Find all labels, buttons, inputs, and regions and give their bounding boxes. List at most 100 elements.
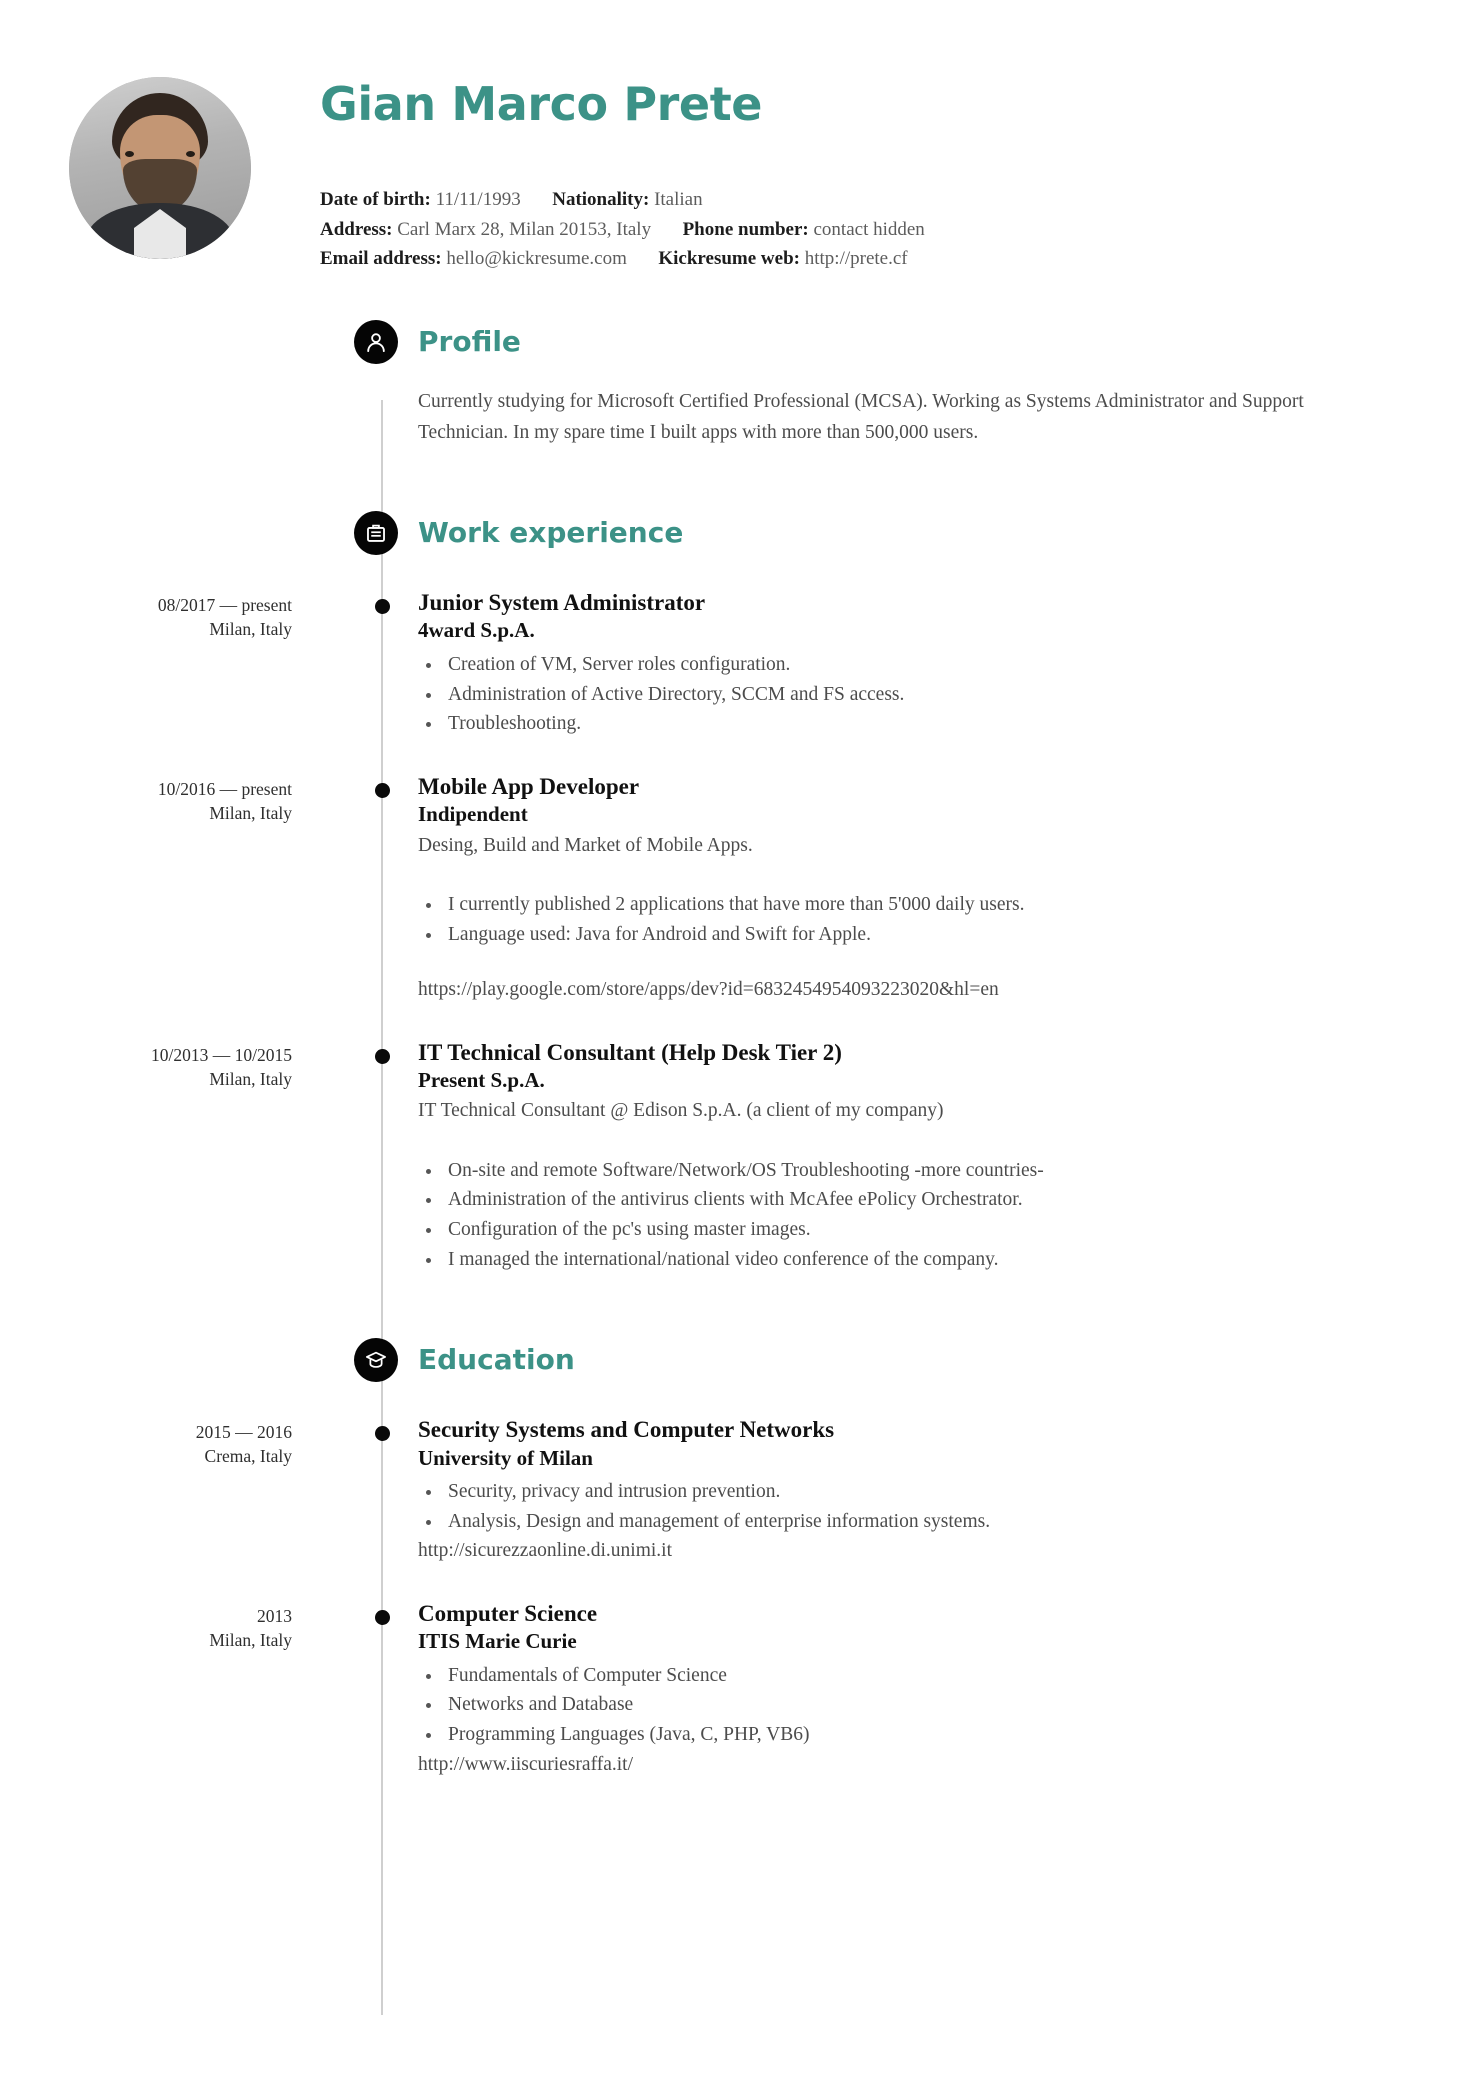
company-name: Present S.p.A. (418, 1068, 545, 1093)
list-item: Troubleshooting. (418, 709, 1358, 739)
section-title-education: Education (418, 1343, 575, 1377)
resume-page: Gian Marco Prete Date of birth: 11/11/19… (0, 0, 1468, 2076)
location: Milan, Italy (209, 619, 292, 640)
contact-details: Date of birth: 11/11/1993 Nationality: I… (320, 186, 1468, 274)
coursework-list: Security, privacy and intrusion preventi… (418, 1477, 1358, 1536)
timeline-dot (375, 1048, 390, 1064)
school-link[interactable]: http://www.iiscuriesraffa.it/ (418, 1750, 1358, 1779)
work-entry-date: 08/2017 — present Milan, Italy (0, 589, 340, 739)
education-entry-content: Computer Science ITIS Marie Curie Fundam… (340, 1600, 1468, 1779)
list-item: On-site and remote Software/Network/OS T… (418, 1156, 1358, 1186)
phone-number-value: contact hidden (813, 218, 925, 240)
email-label: Email address: (320, 248, 442, 270)
work-entry-date: 10/2016 — present Milan, Italy (0, 773, 340, 1005)
section-education: Education 2015 — 2016 Crema, Italy Secur… (0, 1338, 1468, 1779)
contact-row: Address: Carl Marx 28, Milan 20153, Ital… (320, 216, 1468, 245)
section-header: Work experience (0, 510, 1468, 555)
section-profile: Profile Currently studying for Microsoft… (0, 319, 1468, 449)
section-work-experience: Work experience 08/2017 — present Milan,… (0, 510, 1468, 1275)
job-summary: Desing, Build and Market of Mobile Apps. (418, 834, 753, 856)
degree-title: Computer Science (418, 1600, 598, 1626)
section-header: Education (0, 1338, 1468, 1383)
section-title-work-experience: Work experience (418, 515, 684, 549)
date-of-birth-value: 11/11/1993 (435, 189, 521, 211)
header-main: Gian Marco Prete Date of birth: 11/11/19… (320, 68, 1468, 274)
school-link[interactable]: http://sicurezzaonline.di.unimi.it (418, 1536, 1358, 1565)
coursework-list: Fundamentals of Computer Science Network… (418, 1661, 1358, 1750)
nationality-value: Italian (654, 189, 703, 211)
education-entry-date: 2013 Milan, Italy (0, 1600, 340, 1779)
email-value[interactable]: hello@kickresume.com (446, 248, 627, 269)
work-entry: 10/2013 — 10/2015 Milan, Italy IT Techni… (0, 1039, 1468, 1275)
page-title: Gian Marco Prete (320, 77, 763, 131)
section-body-profile: Currently studying for Microsoft Certifi… (0, 364, 1468, 449)
work-entry-content: IT Technical Consultant (Help Desk Tier … (340, 1039, 1468, 1275)
education-entry-date: 2015 — 2016 Crema, Italy (0, 1416, 340, 1565)
avatar (69, 77, 251, 259)
resume-header: Gian Marco Prete Date of birth: 11/11/19… (0, 0, 1468, 274)
list-item: I managed the international/national vid… (418, 1245, 1358, 1275)
work-entry-date: 10/2013 — 10/2015 Milan, Italy (0, 1039, 340, 1275)
section-header: Profile (0, 319, 1468, 364)
job-title: Mobile App Developer (418, 773, 640, 799)
date-range: 2013 (257, 1605, 292, 1626)
list-item: Administration of Active Directory, SCCM… (418, 680, 1358, 710)
school-name: University of Milan (418, 1445, 593, 1470)
date-of-birth-label: Date of birth: (320, 189, 431, 211)
date-range: 10/2013 — 10/2015 (151, 1044, 292, 1065)
section-title-profile: Profile (418, 324, 521, 358)
school-name: ITIS Marie Curie (418, 1629, 577, 1654)
date-range: 08/2017 — present (157, 594, 292, 615)
list-item: Networks and Database (418, 1690, 1358, 1720)
list-item: Administration of the antivirus clients … (418, 1185, 1358, 1215)
timeline-dot (375, 598, 390, 614)
nationality-label: Nationality: (552, 189, 650, 211)
list-item: Language used: Java for Android and Swif… (418, 920, 1358, 950)
education-entry-content: Security Systems and Computer Networks U… (340, 1416, 1468, 1565)
degree-title: Security Systems and Computer Networks (418, 1417, 835, 1443)
avatar-container (0, 68, 320, 259)
education-entry: 2015 — 2016 Crema, Italy Security System… (0, 1416, 1468, 1565)
contact-row: Email address: hello@kickresume.com Kick… (320, 245, 1468, 274)
location: Milan, Italy (209, 1068, 292, 1089)
education-entry: 2013 Milan, Italy Computer Science ITIS … (0, 1600, 1468, 1779)
address-value: Carl Marx 28, Milan 20153, Italy (397, 218, 652, 240)
location: Milan, Italy (209, 1629, 292, 1650)
avatar-eye-right (186, 151, 195, 157)
company-name: Indipendent (418, 802, 528, 827)
work-entry-content: Mobile App Developer Indipendent Desing,… (340, 773, 1468, 1005)
portfolio-link[interactable]: https://play.google.com/store/apps/dev?i… (418, 975, 1358, 1004)
address-label: Address: (320, 218, 393, 240)
profile-summary: Currently studying for Microsoft Certifi… (418, 390, 1304, 444)
location: Crema, Italy (204, 1446, 292, 1467)
job-summary: IT Technical Consultant @ Edison S.p.A. … (418, 1100, 944, 1122)
list-item: Configuration of the pc's using master i… (418, 1215, 1358, 1245)
briefcase-icon (354, 510, 398, 555)
responsibility-list: On-site and remote Software/Network/OS T… (418, 1156, 1358, 1275)
list-item: Creation of VM, Server roles configurati… (418, 650, 1358, 680)
responsibility-list: Creation of VM, Server roles configurati… (418, 650, 1358, 739)
person-icon (354, 319, 398, 364)
list-item: I currently published 2 applications tha… (418, 890, 1358, 920)
company-name: 4ward S.p.A. (418, 618, 535, 643)
job-title: Junior System Administrator (418, 589, 706, 615)
timeline-dot (375, 1609, 390, 1625)
date-range: 10/2016 — present (157, 778, 292, 799)
list-item: Analysis, Design and management of enter… (418, 1507, 1358, 1537)
job-title: IT Technical Consultant (Help Desk Tier … (418, 1039, 842, 1065)
location: Milan, Italy (209, 802, 292, 823)
phone-number-label: Phone number: (682, 218, 809, 240)
kickresume-web-label: Kickresume web: (658, 248, 800, 270)
avatar-eye-left (125, 151, 134, 157)
list-item: Programming Languages (Java, C, PHP, VB6… (418, 1720, 1358, 1750)
kickresume-web-value[interactable]: http://prete.cf (805, 248, 908, 269)
timeline-dot (375, 782, 390, 798)
work-entry-content: Junior System Administrator 4ward S.p.A.… (340, 589, 1468, 739)
responsibility-list: I currently published 2 applications tha… (418, 890, 1358, 949)
list-item: Security, privacy and intrusion preventi… (418, 1477, 1358, 1507)
work-entry: 10/2016 — present Milan, Italy Mobile Ap… (0, 773, 1468, 1005)
graduation-cap-icon (354, 1338, 398, 1383)
work-entry: 08/2017 — present Milan, Italy Junior Sy… (0, 589, 1468, 739)
contact-row: Date of birth: 11/11/1993 Nationality: I… (320, 186, 1468, 215)
date-range: 2015 — 2016 (195, 1422, 292, 1443)
